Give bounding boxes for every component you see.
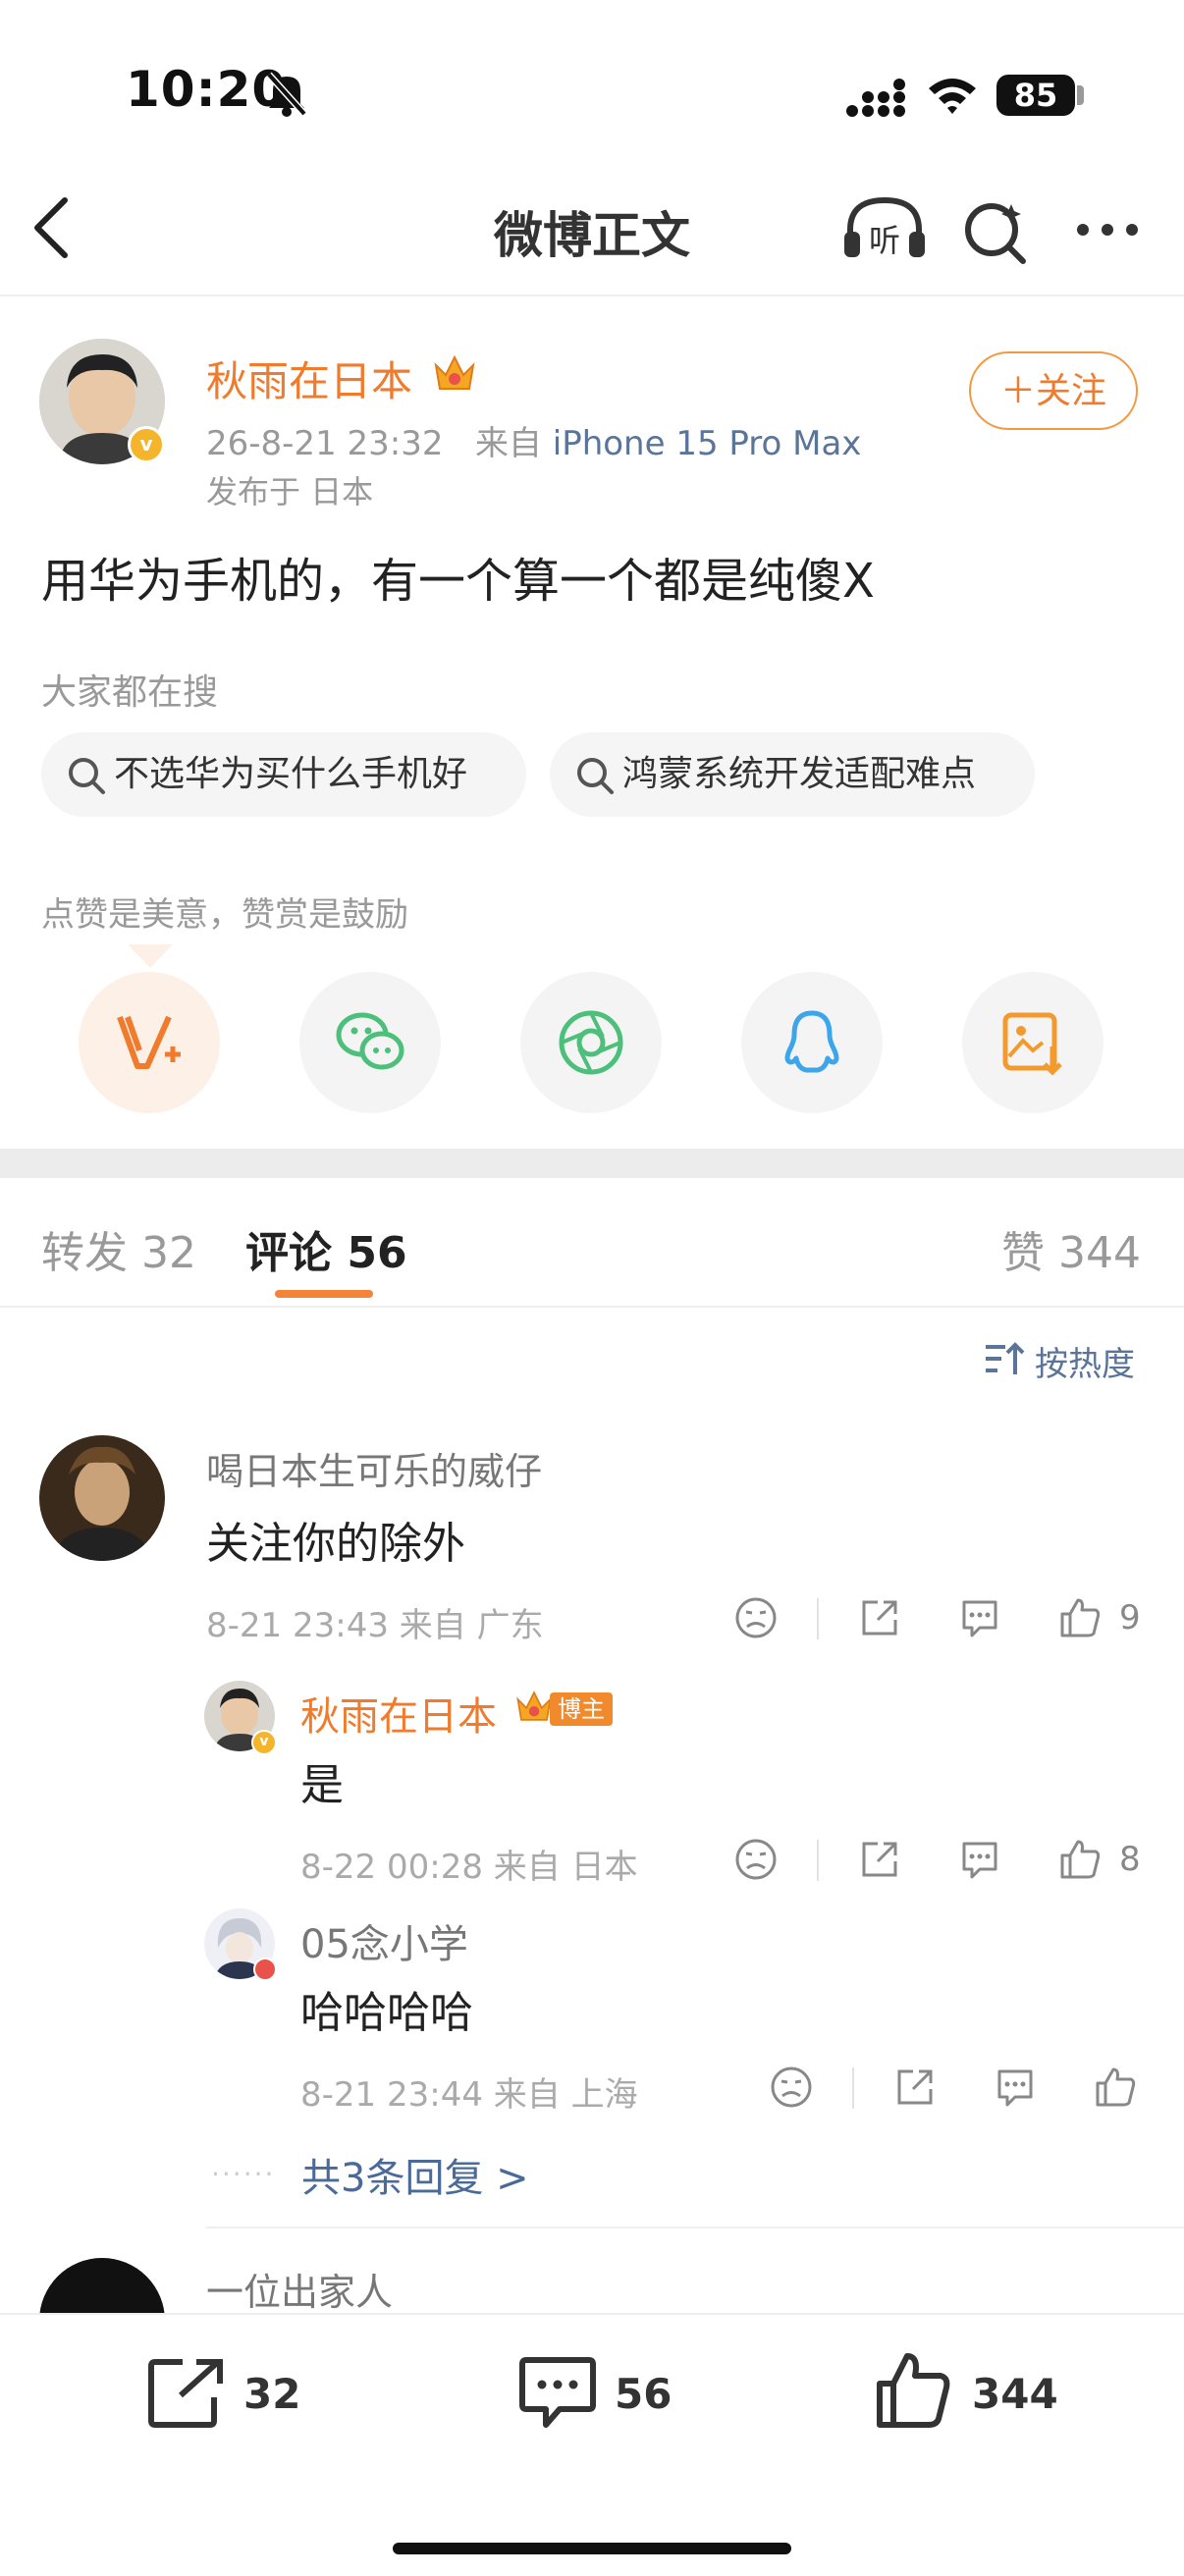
mute-bell-icon <box>266 72 307 117</box>
post-meta: 26-8-21 23:32 来自 iPhone 15 Pro Max <box>206 416 861 464</box>
share-icon[interactable] <box>893 2066 937 2109</box>
like-icon[interactable] <box>876 2350 952 2431</box>
comment-text: 关注你的除外 <box>206 1519 465 1569</box>
post-date: 26-8-21 23:32 <box>206 424 444 463</box>
bottom-action-bar <box>0 2313 1184 2576</box>
action-separator <box>817 1840 819 1881</box>
comment-username[interactable]: 喝日本生可乐的威仔 <box>206 1441 542 1495</box>
tab-comments-label: 评论 <box>245 1228 332 1278</box>
search-section-label: 大家都在搜 <box>41 672 219 713</box>
tab-comments[interactable]: 评论 56 <box>245 1217 407 1280</box>
dislike-face-icon[interactable] <box>734 1596 778 1639</box>
save-image-icon <box>1002 1012 1062 1076</box>
like-count[interactable]: 344 <box>972 2370 1058 2418</box>
like-thumb-icon[interactable] <box>1058 1594 1103 1639</box>
more-options-icon[interactable] <box>1075 222 1140 238</box>
share-moments-button[interactable] <box>520 972 662 1113</box>
comment-count[interactable]: 56 <box>615 2370 672 2418</box>
reply-meta: 8-22 00:28 来自 日本 <box>300 1848 638 1887</box>
comment-username[interactable]: 一位出家人 <box>206 2262 393 2316</box>
share-icon[interactable] <box>858 1838 901 1881</box>
battery-cap <box>1077 85 1084 105</box>
share-qq-button[interactable] <box>741 972 883 1113</box>
comment-meta: 8-21 23:43 来自 广东 <box>206 1606 544 1645</box>
signal-icon <box>846 79 905 117</box>
moments-aperture-icon <box>559 1010 623 1075</box>
reward-pointer <box>128 944 173 968</box>
source-prefix: 来自 <box>474 424 542 463</box>
search-icon <box>69 758 105 794</box>
crown-vip-icon <box>434 354 475 390</box>
tabs-divider <box>0 1306 1184 1308</box>
replies-dots: ······ <box>211 2158 276 2190</box>
section-separator <box>0 1149 1184 1178</box>
reply-bubble-icon[interactable] <box>958 1838 1001 1881</box>
tab-repost[interactable]: 转发 32 <box>41 1217 196 1280</box>
reward-v-plus-icon <box>117 1015 181 1069</box>
crown-vip-icon <box>516 1690 552 1721</box>
qq-penguin-icon <box>784 1010 839 1073</box>
user-level-badge-icon <box>253 1958 277 1981</box>
like-thumb-icon[interactable] <box>1058 1836 1103 1881</box>
search-chip-label: 不选华为买什么手机好 <box>114 754 468 794</box>
like-count: 8 <box>1119 1840 1141 1879</box>
like-thumb-icon[interactable] <box>1094 2064 1139 2109</box>
home-indicator <box>393 2543 791 2554</box>
search-chip[interactable]: 鸿蒙系统开发适配难点 <box>550 732 1035 817</box>
reply-text: 哈哈哈哈 <box>300 1988 473 2038</box>
reply-username[interactable]: 秋雨在日本 <box>300 1685 497 1742</box>
post-location: 发布于 日本 <box>206 473 374 510</box>
reward-button[interactable] <box>79 972 220 1113</box>
more-replies-link[interactable]: 共3条回复 > <box>301 2146 529 2203</box>
dislike-face-icon[interactable] <box>734 1838 778 1881</box>
device-link[interactable]: iPhone 15 Pro Max <box>553 424 862 463</box>
share-wechat-button[interactable] <box>299 972 441 1113</box>
active-tab-indicator <box>275 1290 373 1298</box>
verified-badge-icon: v <box>128 426 165 463</box>
repost-count[interactable]: 32 <box>243 2370 300 2418</box>
reply-bubble-icon[interactable] <box>994 2066 1037 2109</box>
tab-comments-count: 56 <box>347 1228 407 1278</box>
follow-button[interactable]: ＋关注 <box>969 351 1138 430</box>
comment-avatar[interactable] <box>39 1435 165 1561</box>
search-chip-label: 鸿蒙系统开发适配难点 <box>622 754 977 794</box>
comment-icon[interactable] <box>518 2354 597 2433</box>
repost-icon[interactable] <box>147 2356 226 2429</box>
reply-username[interactable]: 05念小学 <box>300 1912 468 1969</box>
nav-divider <box>0 295 1184 296</box>
sort-icon[interactable] <box>984 1339 1025 1378</box>
comment-divider <box>206 2227 1184 2228</box>
search-icon <box>577 758 614 794</box>
svg-text:听: 听 <box>869 222 900 259</box>
wifi-icon <box>929 79 976 114</box>
reward-label: 点赞是美意，赞赏是鼓励 <box>41 895 408 935</box>
action-separator <box>817 1598 819 1639</box>
sort-label[interactable]: 按热度 <box>1035 1337 1135 1385</box>
author-name[interactable]: 秋雨在日本 <box>206 349 412 408</box>
search-chip[interactable]: 不选华为买什么手机好 <box>41 732 526 817</box>
share-icon[interactable] <box>858 1596 901 1639</box>
post-text: 用华为手机的，有一个算一个都是纯傻X <box>41 554 875 609</box>
tab-likes[interactable]: 赞 344 <box>1001 1217 1141 1280</box>
dislike-face-icon[interactable] <box>770 2066 813 2109</box>
listen-headphones-icon[interactable]: 听 <box>842 194 927 265</box>
reply-text: 是 <box>300 1760 344 1810</box>
reply-bubble-icon[interactable] <box>958 1596 1001 1639</box>
author-badge: 博主 <box>550 1692 613 1726</box>
battery-indicator: 85 <box>996 75 1075 116</box>
search-sparkle-icon[interactable] <box>962 198 1031 267</box>
save-image-button[interactable] <box>962 972 1103 1113</box>
status-time: 10:20 <box>126 61 288 118</box>
action-separator <box>852 2067 854 2109</box>
verified-badge-icon: v <box>251 1730 277 1755</box>
like-count: 9 <box>1119 1598 1141 1637</box>
reply-meta: 8-21 23:44 来自 上海 <box>300 2075 638 2115</box>
wechat-icon <box>336 1012 404 1070</box>
